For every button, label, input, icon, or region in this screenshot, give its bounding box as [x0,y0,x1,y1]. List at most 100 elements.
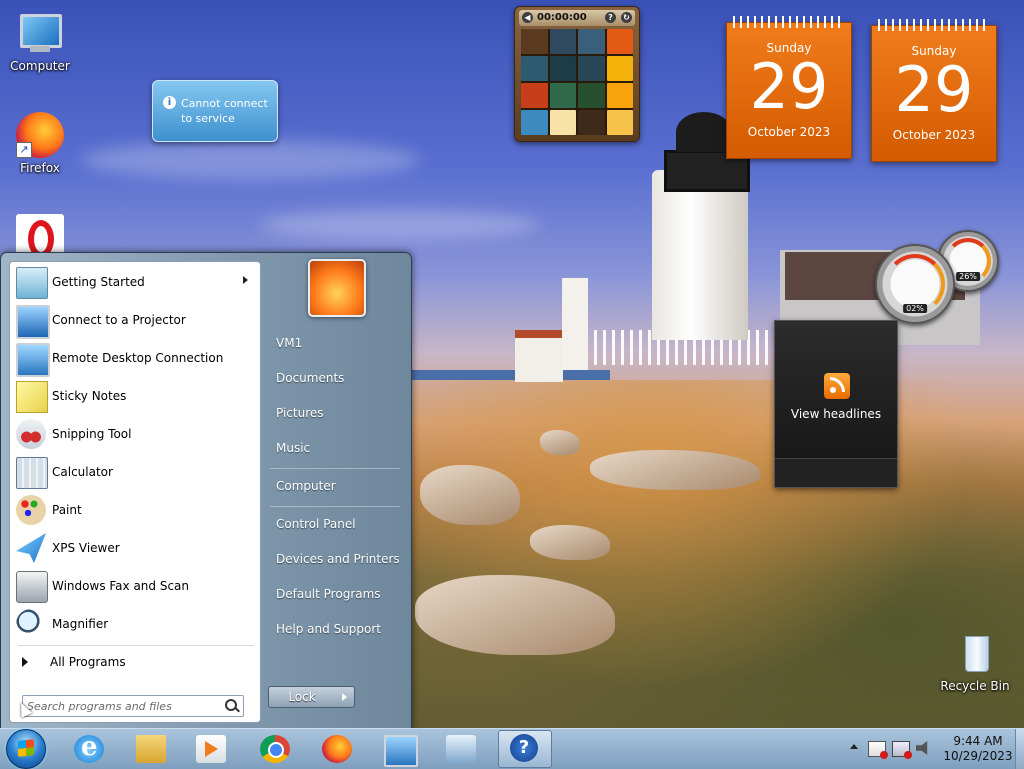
puzzle-hint-icon[interactable]: ? [605,12,616,23]
internet-explorer-icon [74,732,104,763]
calendar-binding [733,16,845,28]
chrome-icon [260,735,290,763]
start-menu-item-sticky-notes[interactable]: Sticky Notes [14,378,258,414]
puzzle-tile[interactable] [606,56,633,81]
puzzle-tile[interactable] [578,110,605,135]
system-clock[interactable]: 9:44 AM 10/29/2023 [940,734,1016,764]
start-menu-item-remote-desktop[interactable]: Remote Desktop Connection [14,340,258,377]
feed-headlines-gadget[interactable]: View headlines [774,320,898,488]
search-input[interactable] [27,698,217,714]
start-menu-item-xps-viewer[interactable]: XPS Viewer [14,530,258,566]
start-menu-link-help-and-support[interactable]: Help and Support [268,616,402,642]
puzzle-timer: 00:00:00 [537,12,587,23]
calculator-icon [16,457,48,489]
start-menu-item-snipping-tool[interactable]: Snipping Tool [14,416,258,452]
start-menu-link-default-programs[interactable]: Default Programs [268,581,402,607]
calendar-gadget[interactable]: Sunday 29 October 2023 [726,16,852,159]
start-menu-item-magnifier[interactable]: Magnifier [14,606,258,642]
start-menu-link-vm1[interactable]: VM1 [268,330,402,356]
clock-date: 10/29/2023 [943,749,1013,763]
puzzle-tile[interactable] [521,56,548,81]
start-menu-link-computer[interactable]: Computer [268,473,402,499]
desktop-icon-computer[interactable]: Computer [2,10,78,73]
lock-button[interactable]: Lock [268,686,336,708]
shutdown-options-button[interactable] [334,686,355,708]
weather-gadget[interactable]: i Cannot connect to service [152,80,278,142]
puzzle-tile[interactable] [549,56,576,81]
start-menu-item-paint[interactable]: Paint [14,492,258,528]
puzzle-tile[interactable] [549,83,576,108]
puzzle-tile[interactable] [606,29,633,54]
puzzle-tile[interactable] [578,83,605,108]
start-menu-item-label: Remote Desktop Connection [52,351,224,365]
calendar-month-year: October 2023 [892,128,976,142]
volume-muted-icon[interactable] [916,741,928,755]
desktop-icon-firefox[interactable]: ↗ Firefox [2,112,78,175]
puzzle-tile[interactable] [521,110,548,135]
puzzle-tile-grid[interactable] [521,29,633,135]
view-headlines-label[interactable]: View headlines [775,407,897,421]
calendar-binding [878,19,990,31]
remote-desktop-icon [384,735,418,767]
getting-started-icon [16,267,48,299]
puzzle-tile[interactable] [549,29,576,54]
network-icon[interactable] [892,741,912,759]
desktop-icon-recycle-bin[interactable]: Recycle Bin [937,630,1013,693]
projector-icon [16,305,50,339]
puzzle-shuffle-icon[interactable]: ↻ [621,12,632,23]
puzzle-tile[interactable] [606,83,633,108]
puzzle-tile[interactable] [606,110,633,135]
taskbar: ? 9:44 AM 10/29/2023 [0,728,1024,769]
taskbar-firefox[interactable] [314,731,360,767]
show-hidden-icons-button[interactable] [850,744,858,749]
start-menu-link-control-panel[interactable]: Control Panel [268,511,402,537]
start-menu-item-projector[interactable]: Connect to a Projector [14,302,258,339]
taskbar-remote-desktop[interactable] [376,731,422,767]
taskbar-internet-explorer[interactable] [66,731,112,767]
taskbar-windows-explorer[interactable] [128,731,174,767]
puzzle-menu-icon[interactable]: ◀ [522,12,533,23]
submenu-arrow-icon[interactable] [243,276,248,284]
start-menu-link-music[interactable]: Music [268,435,402,461]
start-button[interactable] [6,729,46,769]
puzzle-tile[interactable] [578,56,605,81]
puzzle-tile[interactable] [521,29,548,54]
start-menu-item-label: Sticky Notes [52,389,127,403]
puzzle-tile[interactable] [549,110,576,135]
start-menu-link-documents[interactable]: Documents [268,365,402,391]
start-menu-item-getting-started[interactable]: Getting Started [14,264,258,300]
taskbar-media-player[interactable] [188,731,234,767]
taskbar-chrome[interactable] [252,731,298,767]
puzzle-tile[interactable] [521,83,548,108]
snipping-tool-icon [16,419,46,449]
start-menu-link-devices-and-printers[interactable]: Devices and Printers [268,546,402,572]
media-player-icon [196,735,226,763]
picture-puzzle-gadget[interactable]: ◀ 00:00:00 ? ↻ [514,6,640,142]
start-menu-link-label: VM1 [276,336,303,350]
start-search-box[interactable] [22,695,244,717]
start-menu-item-fax-scan[interactable]: Windows Fax and Scan [14,568,258,604]
remote-desktop-icon [16,343,50,377]
start-menu-link-label: Devices and Printers [276,552,400,566]
recycle-bin-icon [951,630,999,676]
search-icon[interactable] [225,699,237,711]
firefox-icon: ↗ [16,112,64,158]
taskbar-help-and-support[interactable]: ? [498,730,552,768]
action-center-icon[interactable] [868,741,888,759]
puzzle-tile[interactable] [578,29,605,54]
cpu-meter-gadget[interactable]: 26% 02% [875,230,1001,324]
start-menu-link-pictures[interactable]: Pictures [268,400,402,426]
calendar-day-number: 29 [894,53,974,126]
start-menu-divider [18,645,254,646]
start-menu-item-calculator[interactable]: Calculator [14,454,258,490]
cpu-usage: 02% [903,304,927,313]
start-menu-link-label: Default Programs [276,587,381,601]
user-avatar[interactable] [308,259,366,317]
calendar-gadget[interactable]: Sunday 29 October 2023 [871,19,997,162]
calendar-month-year: October 2023 [747,125,831,139]
show-desktop-button[interactable] [1015,729,1024,769]
start-menu-item-label: Windows Fax and Scan [52,579,190,593]
start-menu-right-divider [270,506,400,507]
all-programs-button[interactable]: All Programs [14,650,258,674]
taskbar-control-panel[interactable] [438,731,484,767]
